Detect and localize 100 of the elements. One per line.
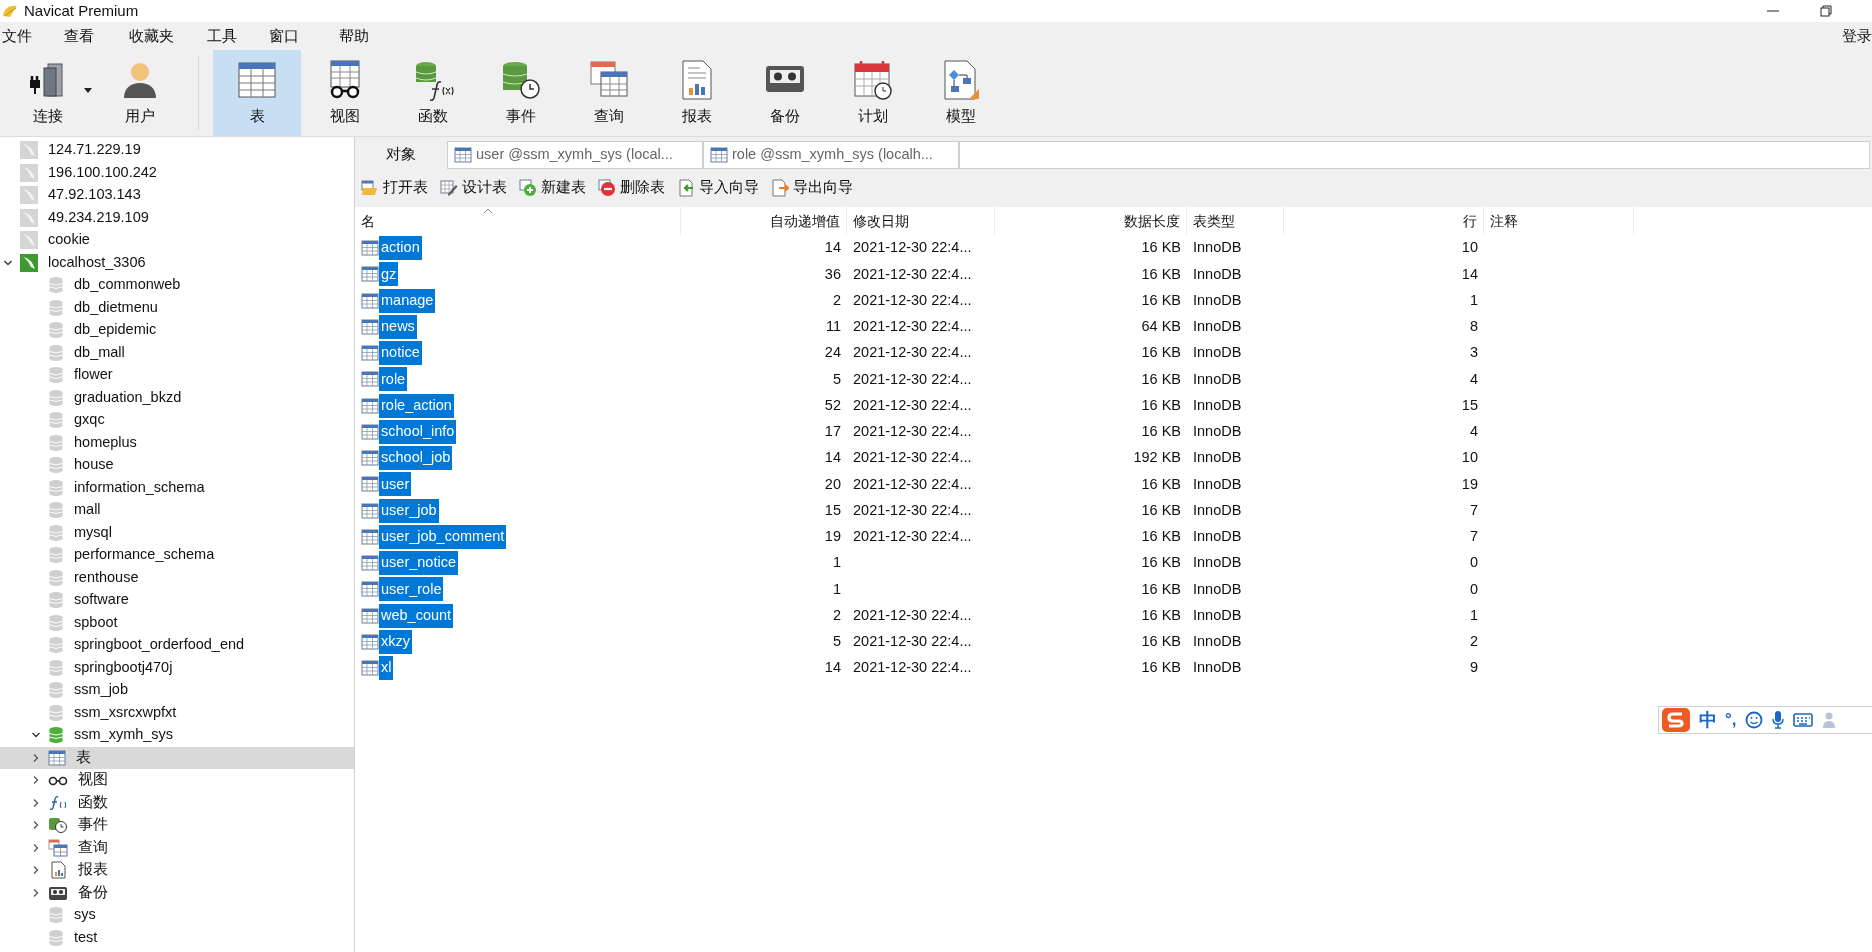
tree-item[interactable]: ssm_xsrcxwpfxt — [0, 701, 354, 724]
tree-item[interactable]: performance_schema — [0, 544, 354, 567]
object-toolbar-button[interactable]: 导出向导 — [771, 177, 853, 199]
smiley-icon[interactable] — [1744, 711, 1763, 729]
menu-item[interactable]: 文件 — [0, 24, 62, 48]
tree-item[interactable]: 报表 — [0, 859, 354, 882]
chevron-right-icon[interactable] — [31, 820, 41, 831]
tree-item[interactable]: graduation_bkzd — [0, 386, 354, 409]
tree-item[interactable]: db_mall — [0, 341, 354, 364]
chevron-right-icon[interactable] — [31, 842, 41, 853]
tab[interactable]: user @ssm_xymh_sys (local... — [447, 141, 703, 169]
table-name-cell[interactable]: notice — [379, 341, 422, 366]
tree-item[interactable]: 表 — [0, 746, 354, 769]
column-header[interactable]: 自动递增值 — [681, 207, 847, 235]
toolbar-button[interactable]: 连接 — [0, 50, 96, 136]
restore-icon[interactable] — [1820, 5, 1832, 17]
tree-item[interactable]: ssm_job — [0, 679, 354, 702]
object-toolbar-button[interactable]: 打开表 — [361, 177, 428, 199]
table-name-cell[interactable]: action — [379, 236, 422, 261]
column-header[interactable]: 名 — [355, 207, 681, 235]
dropdown-caret-icon[interactable] — [84, 88, 92, 94]
table-name-cell[interactable]: user — [379, 472, 412, 497]
chevron-right-icon[interactable] — [31, 797, 41, 808]
tree-item[interactable]: 49.234.219.109 — [0, 206, 354, 229]
tree-item[interactable]: 查询 — [0, 836, 354, 859]
chevron-right-icon[interactable] — [31, 865, 41, 876]
table-name-cell[interactable]: manage — [379, 288, 436, 313]
object-toolbar-button[interactable]: 设计表 — [440, 177, 507, 199]
menu-item[interactable]: 窗口 — [267, 24, 337, 48]
table-name-cell[interactable]: role_action — [379, 393, 454, 418]
tree-item[interactable]: 47.92.103.143 — [0, 184, 354, 207]
column-header[interactable]: 注释 — [1484, 207, 1634, 235]
menu-item[interactable]: 收藏夹 — [127, 24, 205, 48]
toolbar-button[interactable]: 报表 — [653, 50, 741, 136]
tree-item[interactable]: 196.100.100.242 — [0, 161, 354, 184]
object-toolbar-button[interactable]: 导入向导 — [677, 177, 759, 199]
chevron-right-icon[interactable] — [31, 775, 41, 786]
tree-item[interactable]: test — [0, 926, 354, 949]
ime-punctuation-text[interactable]: °, — [1725, 707, 1737, 733]
table-name-cell[interactable]: school_info — [379, 419, 457, 444]
tree-item[interactable]: homeplus — [0, 431, 354, 454]
toolbar-button[interactable]: 查询 — [565, 50, 653, 136]
column-header[interactable]: 数据长度 — [995, 207, 1187, 235]
table-name-cell[interactable]: gz — [379, 262, 399, 287]
tab[interactable]: role @ssm_xymh_sys (localh... — [703, 141, 959, 169]
table-name-cell[interactable]: user_notice — [379, 551, 458, 576]
sort-caret-icon[interactable] — [483, 208, 493, 214]
tree-item[interactable]: db_epidemic — [0, 319, 354, 342]
table-name-cell[interactable]: xkzy — [379, 629, 412, 654]
tree-item[interactable]: 事件 — [0, 814, 354, 837]
menu-item[interactable]: 查看 — [62, 24, 127, 48]
table-name-cell[interactable]: xl — [379, 656, 394, 681]
toolbar-button[interactable]: 表 — [213, 50, 301, 136]
tree-item[interactable]: mysql — [0, 521, 354, 544]
table-name-cell[interactable]: role — [379, 367, 408, 392]
toolbar-button[interactable]: 函数 — [389, 50, 477, 136]
s-logo-icon[interactable] — [1661, 707, 1691, 733]
table-name-cell[interactable]: user_job_comment — [379, 524, 507, 549]
toolbar-button[interactable]: 视图 — [301, 50, 389, 136]
toolbar-button[interactable]: 事件 — [477, 50, 565, 136]
menu-item[interactable]: 帮助 — [337, 24, 397, 48]
object-toolbar-button[interactable]: 新建表 — [519, 177, 586, 199]
tree-item[interactable]: gxqc — [0, 409, 354, 432]
column-header[interactable]: 修改日期 — [847, 207, 995, 235]
tree-item[interactable]: 备份 — [0, 881, 354, 904]
table-name-cell[interactable]: user_job — [379, 498, 439, 523]
table-name-cell[interactable]: news — [379, 314, 417, 339]
object-toolbar-button[interactable]: 删除表 — [598, 177, 665, 199]
tree-item[interactable]: 124.71.229.19 — [0, 139, 354, 162]
column-header[interactable]: 表类型 — [1187, 207, 1284, 235]
tree-item[interactable]: 视图 — [0, 769, 354, 792]
tree-item[interactable]: 函数 — [0, 791, 354, 814]
tree-item[interactable]: db_commonweb — [0, 274, 354, 297]
tree-item[interactable]: flower — [0, 364, 354, 387]
tree-item[interactable]: db_dietmenu — [0, 296, 354, 319]
keyboard-icon[interactable] — [1792, 713, 1813, 727]
tree-item[interactable]: house — [0, 454, 354, 477]
table-name-cell[interactable]: school_job — [379, 446, 453, 471]
tree-item[interactable]: localhost_3306 — [0, 251, 354, 274]
tree-item[interactable]: renthouse — [0, 566, 354, 589]
table-name-cell[interactable]: user_role — [379, 577, 444, 602]
tree-item[interactable]: springboot_orderfood_end — [0, 634, 354, 657]
tree-item[interactable]: springbootj470j — [0, 656, 354, 679]
ime-mode-text[interactable]: 中 — [1699, 706, 1717, 734]
tree-item[interactable]: ssm_xymh_sys — [0, 724, 354, 747]
column-header[interactable]: 行 — [1284, 207, 1484, 235]
tree-item[interactable]: software — [0, 589, 354, 612]
login-link[interactable]: 登录 — [1842, 24, 1872, 48]
tree-item[interactable]: information_schema — [0, 476, 354, 499]
table-name-cell[interactable]: web_count — [379, 603, 454, 628]
tree-item[interactable]: spboot — [0, 611, 354, 634]
toolbar-button[interactable]: 模型 — [917, 50, 1005, 136]
toolbar-button[interactable]: 计划 — [829, 50, 917, 136]
menu-item[interactable]: 工具 — [205, 24, 267, 48]
tree-item[interactable]: mall — [0, 499, 354, 522]
tree-item[interactable]: cookie — [0, 229, 354, 252]
tree-item[interactable]: sys — [0, 904, 354, 927]
chevron-right-icon[interactable] — [31, 752, 41, 763]
microphone-icon[interactable] — [1770, 710, 1785, 730]
chevron-right-icon[interactable] — [31, 887, 41, 898]
